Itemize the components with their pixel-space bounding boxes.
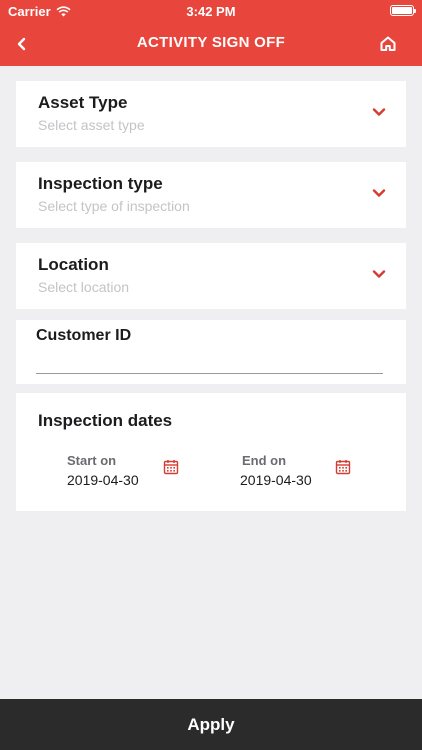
chevron-down-icon bbox=[372, 270, 386, 278]
inspection-type-placeholder: Select type of inspection bbox=[38, 198, 190, 214]
location-placeholder: Select location bbox=[38, 279, 130, 295]
chevron-down-icon bbox=[372, 189, 386, 197]
chevron-down-icon bbox=[372, 108, 386, 116]
chevron-left-icon[interactable] bbox=[12, 33, 34, 55]
start-date-label: Start on bbox=[67, 453, 117, 468]
status-right bbox=[390, 5, 416, 16]
asset-type-select[interactable]: Asset Type Select asset type bbox=[16, 81, 406, 147]
location-label: Location bbox=[38, 255, 109, 274]
inspection-dates-title: Inspection dates bbox=[38, 411, 173, 430]
inspection-dates-card: Inspection dates Start on 2019-04-30 End… bbox=[16, 393, 406, 511]
start-date-value: 2019-04-30 bbox=[67, 472, 139, 488]
asset-type-placeholder: Select asset type bbox=[38, 117, 145, 133]
end-date-label: End on bbox=[242, 453, 287, 468]
inspection-type-select[interactable]: Inspection type Select type of inspectio… bbox=[16, 162, 406, 228]
customer-id-input[interactable] bbox=[36, 350, 383, 374]
page-title: ACTIVITY SIGN OFF bbox=[136, 34, 286, 51]
customer-id-label: Customer ID bbox=[36, 327, 132, 344]
calendar-icon[interactable] bbox=[163, 459, 179, 475]
status-bar: Carrier 3:42 PM bbox=[0, 0, 422, 22]
customer-id-card: Customer ID bbox=[16, 320, 406, 384]
end-date-picker[interactable]: End on 2019-04-30 bbox=[240, 453, 312, 488]
asset-type-label: Asset Type bbox=[38, 93, 128, 112]
inspection-type-label: Inspection type bbox=[38, 174, 163, 193]
status-time: 3:42 PM bbox=[186, 4, 236, 19]
start-date-picker[interactable]: Start on 2019-04-30 bbox=[67, 453, 139, 488]
calendar-icon[interactable] bbox=[335, 459, 351, 475]
apply-button[interactable]: Apply bbox=[0, 699, 422, 750]
home-icon[interactable] bbox=[378, 34, 398, 54]
battery-icon bbox=[390, 5, 416, 16]
location-select[interactable]: Location Select location bbox=[16, 243, 406, 309]
end-date-value: 2019-04-30 bbox=[240, 472, 312, 488]
nav-bar: ACTIVITY SIGN OFF bbox=[0, 22, 422, 66]
